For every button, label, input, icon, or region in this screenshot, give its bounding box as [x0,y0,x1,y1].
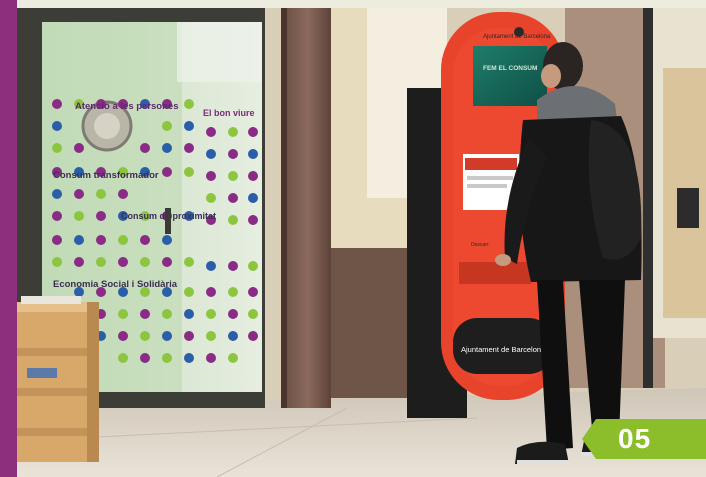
marble-pillar [285,8,331,408]
door-handle [165,208,171,234]
window-text-1: El bon viure [203,108,255,118]
kiosk-screen-text: FEM EL CONSUM [483,65,537,72]
kiosk-brand-bottom: Ajuntament de Barcelona [461,345,546,354]
kiosk-tray [459,262,531,284]
window-text-5: Economia Social i Solidària [53,279,178,290]
photo-frame: El bon viure Atenció a les persones Cons… [0,0,706,477]
window-text-2: Atenció a les persones [75,101,178,112]
photo: El bon viure Atenció a les persones Cons… [17,8,706,477]
kiosk-label-small: Descarr. [471,242,490,248]
page-number-badge: 05 [582,419,706,459]
kiosk-top-screen [473,46,547,106]
wooden-crate [17,296,99,462]
city-shield-icon [514,27,524,37]
top-band [0,0,706,8]
window-text-3: Consum transformador [53,170,159,181]
side-accent-bar [0,0,17,477]
